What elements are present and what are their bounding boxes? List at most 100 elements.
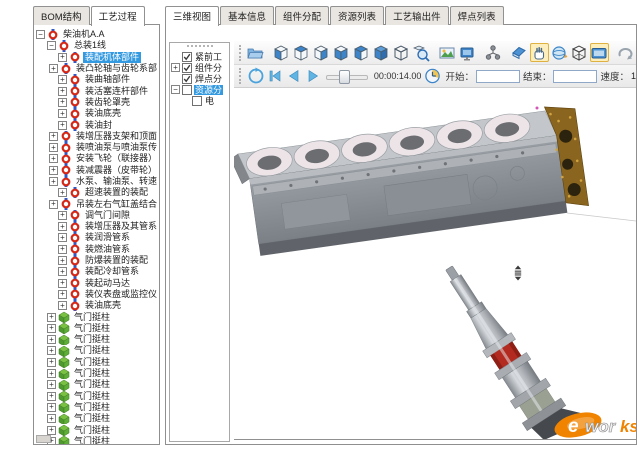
expand-icon[interactable]: + xyxy=(49,177,58,186)
tree-item[interactable]: +超速装置的装配 xyxy=(34,187,159,198)
tree-item[interactable]: +装油底壳 xyxy=(34,300,159,311)
tree-item[interactable]: +装配冷却管系 xyxy=(34,266,159,277)
expand-icon[interactable]: + xyxy=(49,132,58,141)
skip-start-button[interactable] xyxy=(266,68,283,85)
tree-item[interactable]: +装油封 xyxy=(34,119,159,130)
filter-item[interactable]: −资源分 xyxy=(170,84,229,95)
select-region-button[interactable] xyxy=(636,43,637,62)
step-back-button[interactable] xyxy=(285,68,302,85)
pan-hand-button[interactable] xyxy=(530,43,549,62)
view-cube-front-button[interactable] xyxy=(332,43,351,62)
tree-item[interactable]: +气门挺柱 xyxy=(34,391,159,402)
replay-button[interactable] xyxy=(247,68,264,85)
expand-icon[interactable]: + xyxy=(47,403,56,412)
eraser-button[interactable] xyxy=(510,43,529,62)
checkbox[interactable] xyxy=(182,52,192,62)
toolbar-grip[interactable] xyxy=(239,45,241,61)
wireframe-box-button[interactable] xyxy=(570,43,589,62)
tab-3d-view[interactable]: 三维视图 xyxy=(165,6,219,26)
tree-item[interactable]: +装减震器（皮带轮） xyxy=(34,165,159,176)
tab-weld-list[interactable]: 焊点列表 xyxy=(450,6,504,25)
expand-icon[interactable]: + xyxy=(171,63,180,72)
tree-item[interactable]: +气门挺柱 xyxy=(34,379,159,390)
view-cube-right-button[interactable] xyxy=(312,43,331,62)
expand-icon[interactable]: + xyxy=(58,279,67,288)
expand-icon[interactable]: + xyxy=(47,369,56,378)
view-cube-iso-button[interactable] xyxy=(372,43,391,62)
view-cube-left-button[interactable] xyxy=(272,43,291,62)
screen-display-button[interactable] xyxy=(590,43,609,62)
tree-item[interactable]: +装油底壳 xyxy=(34,108,159,119)
capture-image-button[interactable] xyxy=(438,43,457,62)
tree-item[interactable]: +防爆装置的装配 xyxy=(34,255,159,266)
tab-component-assign[interactable]: 组件分配 xyxy=(275,6,329,25)
play-button[interactable] xyxy=(304,68,321,85)
panel-grip[interactable] xyxy=(187,45,213,49)
viewport-3d[interactable]: e wor ks xyxy=(234,88,636,440)
expand-icon[interactable]: + xyxy=(47,313,56,322)
expand-icon[interactable]: + xyxy=(58,222,67,231)
collapse-icon[interactable]: − xyxy=(47,41,56,50)
checkbox[interactable] xyxy=(182,85,192,95)
rotate-globe-button[interactable] xyxy=(550,43,569,62)
tree-item[interactable]: +装活塞连杆部件 xyxy=(34,85,159,96)
tree-scrollbar-nub[interactable] xyxy=(36,435,51,443)
engine-model[interactable] xyxy=(234,103,589,258)
expand-icon[interactable]: + xyxy=(58,53,67,62)
tree-item[interactable]: +装齿轮罩壳 xyxy=(34,97,159,108)
expand-icon[interactable]: + xyxy=(49,154,58,163)
tree-item[interactable]: −柴油机A.A xyxy=(34,29,159,40)
expand-icon[interactable]: + xyxy=(47,324,56,333)
expand-icon[interactable]: + xyxy=(47,346,56,355)
tree-item[interactable]: +气门挺柱 xyxy=(34,311,159,322)
expand-icon[interactable]: + xyxy=(58,233,67,242)
filter-item[interactable]: 电 xyxy=(170,95,229,106)
tree-item[interactable]: +装燃油管系 xyxy=(34,244,159,255)
tree-item[interactable]: +装增压器及其管系 xyxy=(34,221,159,232)
view-cube-wireframe-button[interactable] xyxy=(392,43,411,62)
tree-item[interactable]: +装配机体部件 xyxy=(34,52,159,63)
end-input[interactable] xyxy=(553,70,597,83)
tree-item[interactable]: +气门挺柱 xyxy=(34,413,159,424)
expand-icon[interactable]: + xyxy=(58,245,67,254)
tree-item[interactable]: +装凸轮轴与齿轮系部 xyxy=(34,63,159,74)
tree-item[interactable]: +气门挺柱 xyxy=(34,357,159,368)
checkbox[interactable] xyxy=(182,74,192,84)
expand-icon[interactable]: + xyxy=(58,188,67,197)
tree-item[interactable]: +水泵、输油泵、转速 xyxy=(34,176,159,187)
expand-icon[interactable]: + xyxy=(47,335,56,344)
expand-icon[interactable]: + xyxy=(49,143,58,152)
tree-item[interactable]: +气门挺柱 xyxy=(34,323,159,334)
tab-process-output[interactable]: 工艺输出件 xyxy=(385,6,449,25)
tree-item[interactable]: +气门挺柱 xyxy=(34,334,159,345)
tree-item[interactable]: +气门挺柱 xyxy=(34,436,159,445)
expand-icon[interactable]: + xyxy=(58,109,67,118)
hierarchy-button[interactable] xyxy=(484,43,503,62)
filter-item[interactable]: 焊点分 xyxy=(170,73,229,84)
tree-item[interactable]: +装起动马达 xyxy=(34,278,159,289)
process-tree-panel[interactable]: −柴油机A.A−总装1线+装配机体部件+装凸轮轴与齿轮系部+装曲轴部件+装活塞连… xyxy=(33,24,160,445)
expand-icon[interactable]: + xyxy=(58,211,67,220)
filter-item[interactable]: 紧前工 xyxy=(170,51,229,62)
expand-icon[interactable]: + xyxy=(58,75,67,84)
speed-value[interactable]: 1 xyxy=(631,71,636,81)
tree-item[interactable]: +气门挺柱 xyxy=(34,345,159,356)
zoom-window-button[interactable] xyxy=(412,43,431,62)
tree-item[interactable]: +安装飞轮（联接器） xyxy=(34,153,159,164)
expand-icon[interactable]: + xyxy=(58,256,67,265)
expand-icon[interactable]: + xyxy=(58,301,67,310)
expand-icon[interactable]: + xyxy=(47,414,56,423)
tree-item[interactable]: +气门挺柱 xyxy=(34,402,159,413)
tree-item[interactable]: +气门挺柱 xyxy=(34,368,159,379)
tree-item[interactable]: −总装1线 xyxy=(34,40,159,51)
open-folder-button[interactable] xyxy=(246,43,265,62)
tree-item[interactable]: +调气门间隙 xyxy=(34,210,159,221)
expand-icon[interactable]: + xyxy=(49,64,58,73)
tree-item[interactable]: +装润滑管系 xyxy=(34,232,159,243)
tree-item[interactable]: +装增压器支架和顶面 xyxy=(34,131,159,142)
expand-icon[interactable]: + xyxy=(58,98,67,107)
view-cube-top-button[interactable] xyxy=(292,43,311,62)
filter-item[interactable]: +组件分 xyxy=(170,62,229,73)
expand-icon[interactable]: + xyxy=(58,267,67,276)
tree-item[interactable]: +吊装左右气缸盖结合 xyxy=(34,198,159,209)
